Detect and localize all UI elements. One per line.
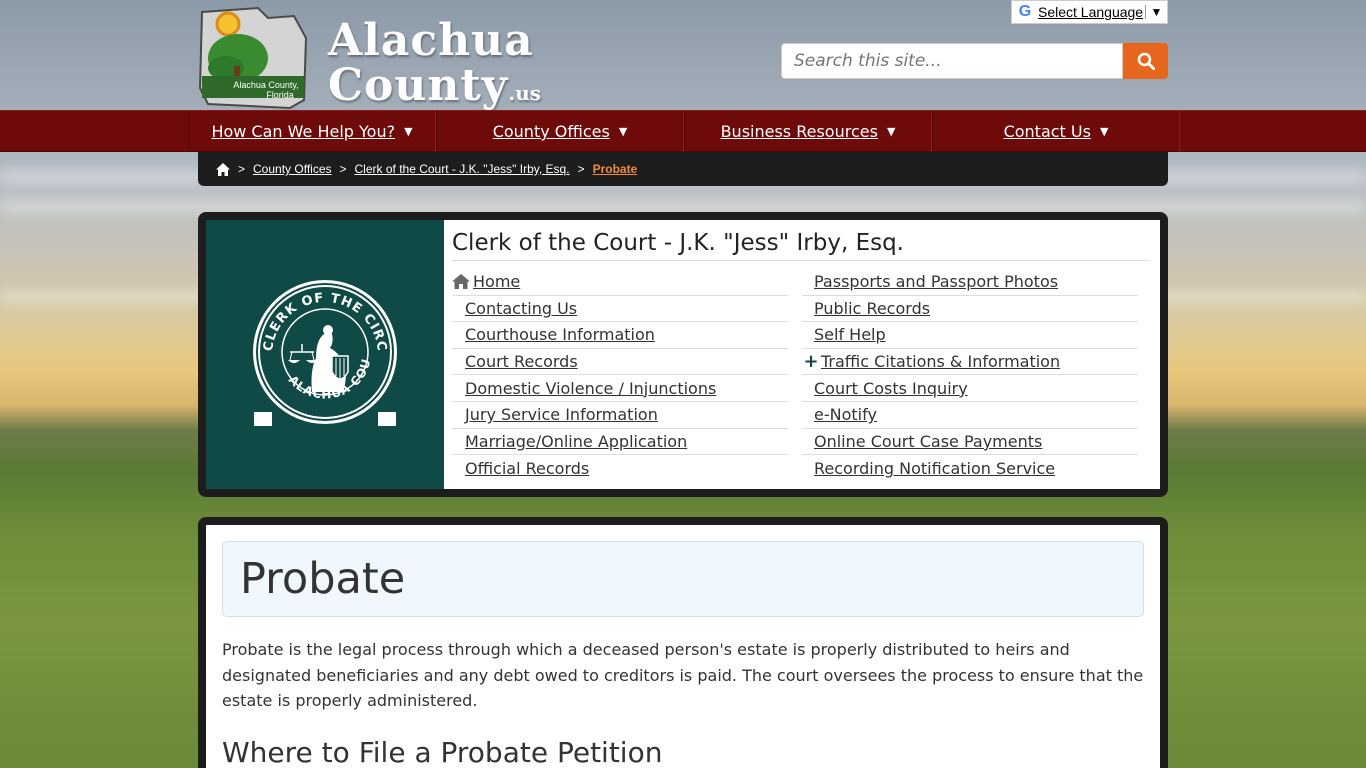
search-icon	[1137, 52, 1155, 70]
nav-item-contact-us[interactable]: Contact Us ▼	[932, 111, 1180, 152]
svg-text:Florida: Florida	[266, 90, 294, 100]
caret-down-icon: ▼	[618, 125, 628, 138]
menu-item-home[interactable]: Home	[452, 269, 788, 296]
breadcrumb-county-offices[interactable]: County Offices	[253, 162, 331, 176]
nav-item-county-offices[interactable]: County Offices ▼	[436, 111, 684, 152]
county-map-logo-icon: Alachua County, Florida	[198, 6, 308, 110]
menu-item-court-costs-inquiry[interactable]: Court Costs Inquiry	[802, 375, 1138, 402]
language-selector[interactable]: G Select Language ▼	[1011, 0, 1168, 24]
menu-item-public-records[interactable]: Public Records	[802, 296, 1138, 323]
language-select-label[interactable]: Select Language	[1038, 4, 1145, 20]
clerk-menu-title: Clerk of the Court - J.K. "Jess" Irby, E…	[452, 230, 1150, 261]
search-button[interactable]	[1123, 43, 1168, 79]
site-search	[781, 43, 1168, 79]
clerk-menu-right-column: Passports and Passport Photos Public Rec…	[802, 269, 1138, 482]
county-logo[interactable]: Alachua County, Florida	[198, 4, 310, 112]
home-icon[interactable]	[216, 162, 230, 176]
clerk-menu-left-column: Home Contacting Us Courthouse Informatio…	[452, 269, 788, 482]
clerk-panel: CLERK OF THE CIRCUIT COURT ALACHUA COUNT…	[198, 212, 1168, 497]
menu-item-recording-notification[interactable]: Recording Notification Service	[802, 455, 1138, 482]
menu-item-domestic-violence[interactable]: Domestic Violence / Injunctions	[452, 375, 788, 402]
page-title-box: Probate	[222, 541, 1144, 617]
intro-paragraph: Probate is the legal process through whi…	[222, 640, 1144, 711]
content-body: Probate Probate is the legal process thr…	[206, 525, 1160, 768]
logo-caption: Alachua County,	[233, 80, 298, 90]
menu-item-self-help[interactable]: Self Help	[802, 322, 1138, 349]
nav-item-business-resources[interactable]: Business Resources ▼	[684, 111, 932, 152]
page-title: Probate	[240, 554, 406, 604]
menu-item-traffic-citations[interactable]: + Traffic Citations & Information	[802, 349, 1138, 376]
menu-item-courthouse-information[interactable]: Courthouse Information	[452, 322, 788, 349]
breadcrumb-separator: >	[238, 162, 246, 176]
site-brand[interactable]: Alachua County.us	[328, 18, 541, 116]
search-input[interactable]	[781, 43, 1123, 79]
menu-item-official-records[interactable]: Official Records	[452, 455, 788, 482]
main-nav: How Can We Help You? ▼ County Offices ▼ Bu…	[0, 110, 1366, 152]
breadcrumb-separator: >	[577, 162, 585, 176]
nav-item-how-can-we-help[interactable]: How Can We Help You? ▼	[188, 111, 436, 152]
breadcrumb: > County Offices > Clerk of the Court - …	[198, 152, 1168, 186]
brand-line-1: Alachua	[328, 15, 534, 66]
caret-down-icon: ▼	[1099, 125, 1109, 138]
brand-suffix: .us	[508, 81, 542, 105]
menu-item-passports[interactable]: Passports and Passport Photos	[802, 269, 1138, 296]
breadcrumb-clerk-of-court[interactable]: Clerk of the Court - J.K. "Jess" Irby, E…	[355, 162, 570, 176]
clerk-seal-box: CLERK OF THE CIRCUIT COURT ALACHUA COUNT…	[206, 220, 444, 489]
caret-down-icon: ▼	[404, 125, 413, 138]
brand-line-2: County.us	[328, 60, 542, 111]
menu-item-contacting-us[interactable]: Contacting Us	[452, 296, 788, 323]
menu-item-court-records[interactable]: Court Records	[452, 349, 788, 376]
breadcrumb-separator: >	[339, 162, 347, 176]
clerk-seal-icon: CLERK OF THE CIRCUIT COURT ALACHUA COUNT…	[250, 279, 397, 426]
menu-item-online-payments[interactable]: Online Court Case Payments	[802, 429, 1138, 456]
home-icon	[452, 274, 470, 290]
google-g-icon: G	[1018, 3, 1032, 20]
menu-item-marriage-application[interactable]: Marriage/Online Application	[452, 429, 788, 456]
chevron-down-icon[interactable]: ▼	[1145, 5, 1167, 19]
caret-down-icon: ▼	[886, 125, 896, 138]
clerk-menu: Clerk of the Court - J.K. "Jess" Irby, E…	[444, 220, 1160, 489]
menu-item-e-notify[interactable]: e-Notify	[802, 402, 1138, 429]
section-heading: Where to File a Probate Petition	[222, 736, 663, 768]
expand-plus-icon[interactable]: +	[802, 351, 820, 372]
breadcrumb-current[interactable]: Probate	[593, 162, 638, 176]
menu-item-jury-service[interactable]: Jury Service Information	[452, 402, 788, 429]
content-panel: Probate Probate is the legal process thr…	[198, 517, 1168, 768]
